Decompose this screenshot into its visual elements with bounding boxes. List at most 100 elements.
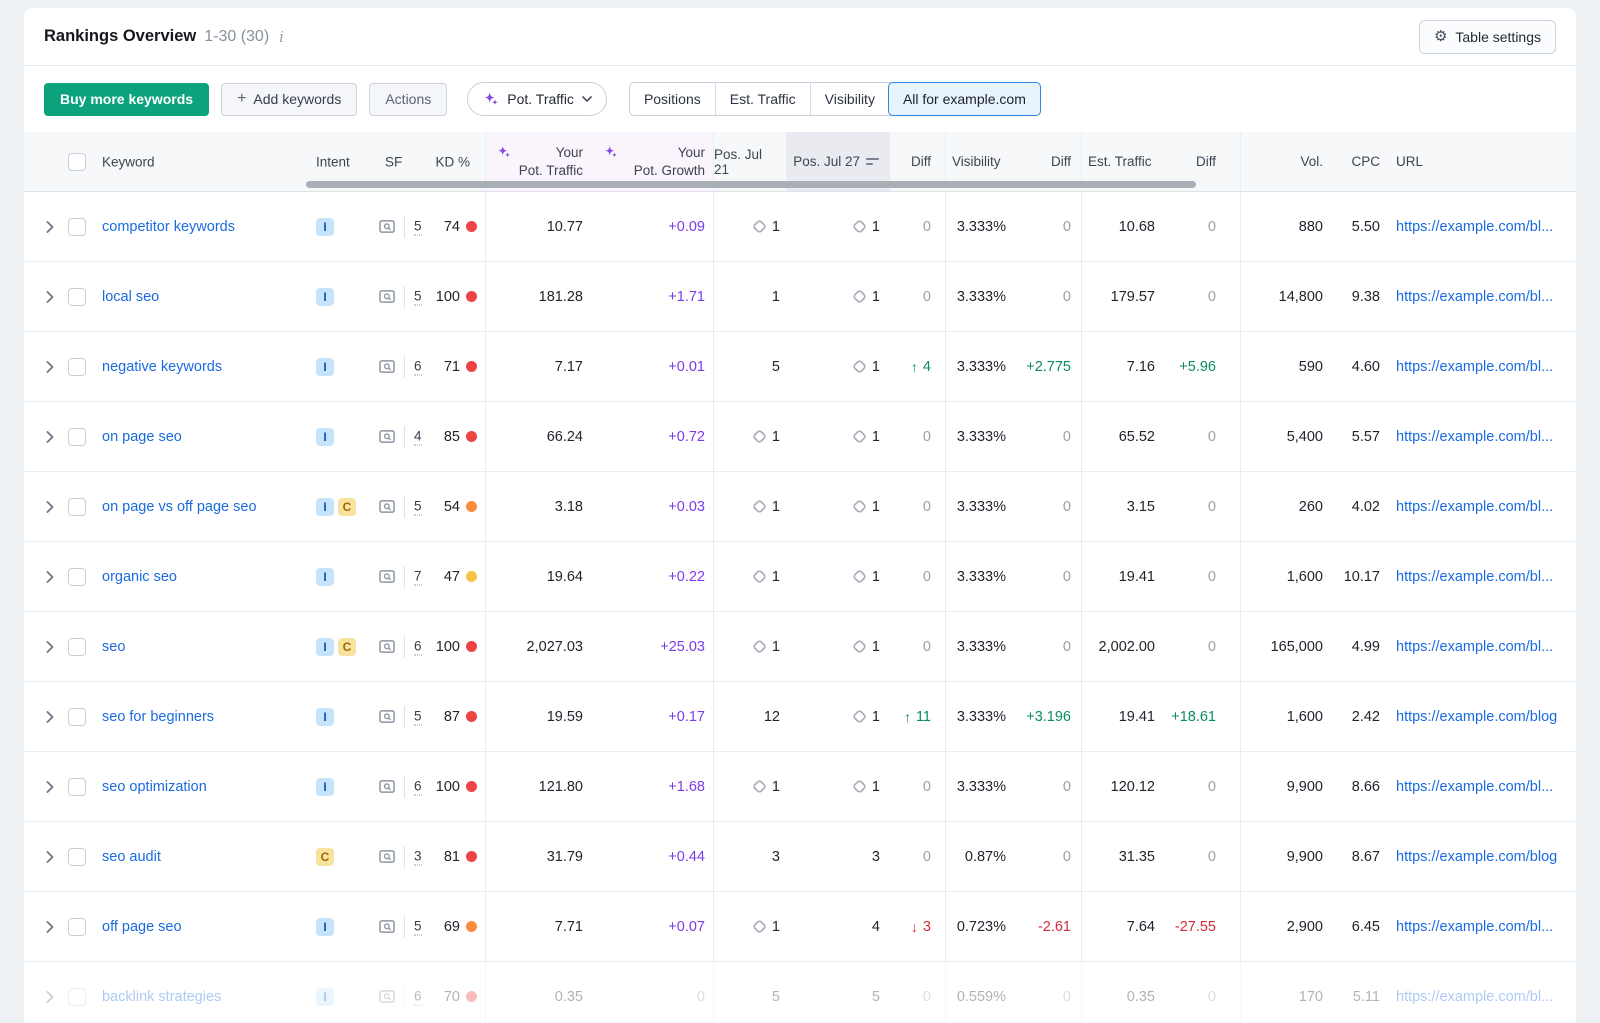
expand-chevron-icon[interactable]: [46, 641, 54, 653]
url-link[interactable]: https://example.com/blog: [1396, 849, 1557, 865]
serp-features-count[interactable]: 4: [414, 428, 422, 445]
add-keywords-button[interactable]: + Add keywords: [221, 83, 357, 116]
url-link[interactable]: https://example.com/bl...: [1396, 289, 1553, 305]
expand-chevron-icon[interactable]: [46, 291, 54, 303]
intent-badge-c: C: [316, 848, 334, 866]
row-checkbox[interactable]: [68, 778, 86, 796]
est-traffic-cell: 7.16: [1081, 332, 1161, 401]
serp-features-icon[interactable]: [379, 639, 396, 654]
keyword-link[interactable]: off page seo: [102, 919, 182, 935]
url-link[interactable]: https://example.com/bl...: [1396, 359, 1553, 375]
info-icon[interactable]: i: [279, 28, 284, 46]
url-link[interactable]: https://example.com/bl...: [1396, 569, 1553, 585]
expand-chevron-icon[interactable]: [46, 991, 54, 1003]
serp-features-icon[interactable]: [379, 709, 396, 724]
keyword-link[interactable]: backlink strategies: [102, 989, 221, 1005]
serp-features-icon[interactable]: [379, 569, 396, 584]
col-sf[interactable]: SF: [385, 154, 402, 169]
serp-features-count[interactable]: 5: [414, 708, 422, 725]
serp-features-count[interactable]: 6: [414, 358, 422, 375]
keyword-link[interactable]: seo for beginners: [102, 709, 214, 725]
url-cell: https://example.com/bl...: [1382, 752, 1576, 821]
keyword-link[interactable]: seo optimization: [102, 779, 207, 795]
serp-features-count[interactable]: 3: [414, 848, 422, 865]
serp-features-count[interactable]: 6: [414, 778, 422, 795]
row-checkbox[interactable]: [68, 708, 86, 726]
expand-chevron-icon[interactable]: [46, 851, 54, 863]
view-tab-est-traffic[interactable]: Est. Traffic: [715, 83, 810, 115]
expand-chevron-icon[interactable]: [46, 361, 54, 373]
row-checkbox[interactable]: [68, 918, 86, 936]
row-checkbox[interactable]: [68, 358, 86, 376]
expand-chevron-icon[interactable]: [46, 711, 54, 723]
serp-features-count[interactable]: 5: [414, 218, 422, 235]
metric-dropdown[interactable]: Pot. Traffic: [467, 82, 607, 116]
serp-features-count[interactable]: 6: [414, 988, 422, 1005]
serp-position-diamond-icon: [752, 499, 767, 514]
expand-chevron-icon[interactable]: [46, 781, 54, 793]
horizontal-scrollbar[interactable]: [306, 181, 1196, 188]
keyword-link[interactable]: seo: [102, 639, 125, 655]
row-checkbox[interactable]: [68, 428, 86, 446]
url-link[interactable]: https://example.com/bl...: [1396, 219, 1553, 235]
row-checkbox[interactable]: [68, 638, 86, 656]
serp-features-count[interactable]: 5: [414, 498, 422, 515]
serp-features-icon[interactable]: [379, 219, 396, 234]
serp-features-count[interactable]: 6: [414, 638, 422, 655]
est-traffic-diff-cell: 0: [1161, 542, 1240, 611]
view-tab-visibility[interactable]: Visibility: [810, 83, 889, 115]
url-link[interactable]: https://example.com/bl...: [1396, 919, 1553, 935]
keyword-link[interactable]: on page vs off page seo: [102, 499, 257, 515]
expand-chevron-icon[interactable]: [46, 431, 54, 443]
keyword-link[interactable]: on page seo: [102, 429, 182, 445]
serp-features-icon[interactable]: [379, 989, 396, 1004]
serp-features-count[interactable]: 5: [414, 918, 422, 935]
serp-features-icon[interactable]: [379, 499, 396, 514]
expand-chevron-icon[interactable]: [46, 221, 54, 233]
url-link[interactable]: https://example.com/bl...: [1396, 429, 1553, 445]
serp-features-icon[interactable]: [379, 849, 396, 864]
serp-features-icon[interactable]: [379, 289, 396, 304]
row-checkbox[interactable]: [68, 498, 86, 516]
row-checkbox[interactable]: [68, 988, 86, 1006]
expand-chevron-icon[interactable]: [46, 921, 54, 933]
actions-button[interactable]: Actions: [369, 83, 447, 116]
view-tab-all-for-example-com[interactable]: All for example.com: [888, 82, 1041, 116]
keyword-link[interactable]: organic seo: [102, 569, 177, 585]
col-url[interactable]: URL: [1382, 132, 1576, 191]
keyword-link[interactable]: competitor keywords: [102, 219, 235, 235]
row-checkbox[interactable]: [68, 218, 86, 236]
keyword-link[interactable]: local seo: [102, 289, 159, 305]
url-link[interactable]: https://example.com/bl...: [1396, 779, 1553, 795]
serp-features-icon[interactable]: [379, 429, 396, 444]
view-tab-positions[interactable]: Positions: [630, 83, 715, 115]
keyword-link[interactable]: seo audit: [102, 849, 161, 865]
url-link[interactable]: https://example.com/blog: [1396, 709, 1557, 725]
keyword-link[interactable]: negative keywords: [102, 359, 222, 375]
col-kd[interactable]: KD %: [435, 154, 470, 169]
serp-features-icon[interactable]: [379, 779, 396, 794]
col-cpc[interactable]: CPC: [1327, 132, 1382, 191]
col-keyword[interactable]: Keyword: [102, 154, 155, 169]
table-settings-button[interactable]: ⚙ Table settings: [1419, 20, 1556, 54]
buy-more-keywords-button[interactable]: Buy more keywords: [44, 83, 209, 116]
select-all-checkbox[interactable]: [68, 153, 86, 171]
row-checkbox[interactable]: [68, 568, 86, 586]
serp-features-icon[interactable]: [379, 359, 396, 374]
serp-features-count[interactable]: 7: [414, 568, 422, 585]
visibility-cell: 3.333%: [945, 192, 1014, 261]
expand-chevron-icon[interactable]: [46, 571, 54, 583]
serp-features-icon[interactable]: [379, 919, 396, 934]
volume-cell: 170: [1240, 962, 1327, 1023]
col-intent[interactable]: Intent: [316, 154, 350, 169]
row-checkbox[interactable]: [68, 288, 86, 306]
est-traffic-diff-cell: 0: [1161, 822, 1240, 891]
url-link[interactable]: https://example.com/bl...: [1396, 989, 1553, 1005]
row-checkbox[interactable]: [68, 848, 86, 866]
url-link[interactable]: https://example.com/bl...: [1396, 499, 1553, 515]
url-link[interactable]: https://example.com/bl...: [1396, 639, 1553, 655]
serp-features-count[interactable]: 5: [414, 288, 422, 305]
col-volume[interactable]: Vol.: [1240, 132, 1327, 191]
visibility-diff-cell: 0: [1014, 752, 1081, 821]
expand-chevron-icon[interactable]: [46, 501, 54, 513]
